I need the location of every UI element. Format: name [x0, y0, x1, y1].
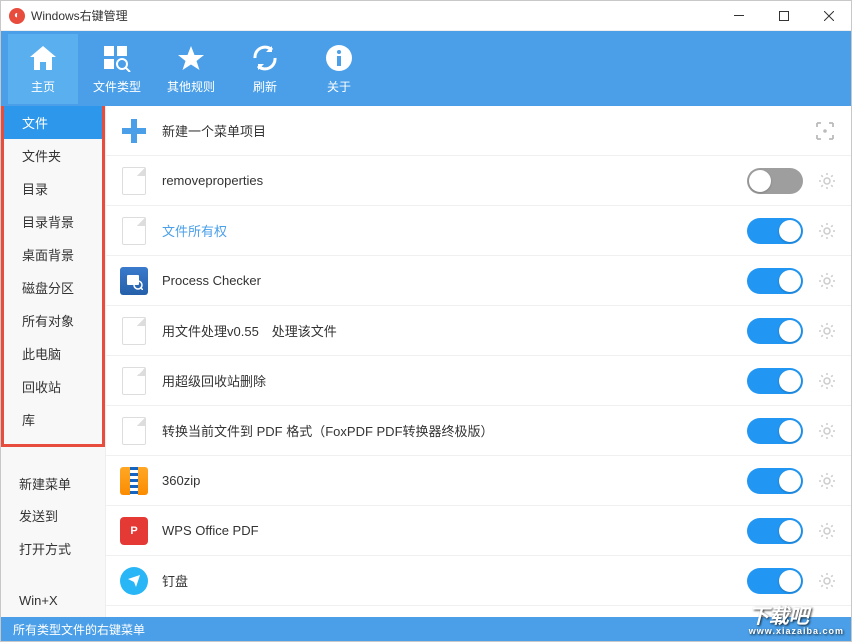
enable-toggle[interactable]	[747, 318, 803, 344]
item-icon	[120, 167, 148, 195]
toolbar-refresh[interactable]: 刷新	[230, 34, 300, 104]
settings-gear-icon[interactable]	[817, 521, 837, 541]
app-icon: ◐	[9, 8, 25, 24]
window-title: Windows右键管理	[31, 7, 716, 24]
sidebar-item-openwith[interactable]: 打开方式	[1, 532, 105, 565]
new-item-row[interactable]: 新建一个菜单项目	[106, 106, 851, 156]
item-label: 用超级回收站删除	[162, 371, 747, 390]
home-icon	[27, 42, 59, 74]
sidebar-item-recycle[interactable]: 回收站	[4, 370, 102, 403]
enable-toggle[interactable]	[747, 268, 803, 294]
item-label: 用文件处理v0.55 处理该文件	[162, 321, 747, 340]
plus-icon	[120, 117, 148, 145]
toolbar-filetype[interactable]: 文件类型	[82, 34, 152, 104]
sidebar-item-sendto[interactable]: 发送到	[1, 499, 105, 532]
item-label: 360zip	[162, 473, 747, 488]
item-icon	[120, 567, 148, 595]
sidebar-item-library[interactable]: 库	[4, 403, 102, 436]
refresh-icon	[249, 42, 281, 74]
item-icon	[120, 367, 148, 395]
settings-gear-icon[interactable]	[817, 421, 837, 441]
sidebar-item-dirbg[interactable]: 目录背景	[4, 205, 102, 238]
watermark: 下载吧 www.xiazaiba.com	[749, 607, 844, 636]
enable-toggle[interactable]	[747, 218, 803, 244]
grid-search-icon	[101, 42, 133, 74]
list-item[interactable]: 文件所有权	[106, 206, 851, 256]
maximize-button[interactable]	[761, 1, 806, 31]
window-controls	[716, 1, 851, 31]
star-icon	[175, 42, 207, 74]
item-label: 钉盘	[162, 571, 747, 590]
list-item[interactable]: removeproperties	[106, 156, 851, 206]
main-list[interactable]: 新建一个菜单项目 removeproperties 文件所有权 Process Ch…	[106, 106, 851, 617]
settings-gear-icon[interactable]	[817, 571, 837, 591]
sidebar-item-partition[interactable]: 磁盘分区	[4, 271, 102, 304]
sidebar-item-winx[interactable]: Win+X	[1, 584, 105, 617]
minimize-button[interactable]	[716, 1, 761, 31]
settings-gear-icon[interactable]	[817, 471, 837, 491]
sidebar-item-desktopbg[interactable]: 桌面背景	[4, 238, 102, 271]
sidebar-item-allobjects[interactable]: 所有对象	[4, 304, 102, 337]
item-label: removeproperties	[162, 173, 747, 188]
settings-gear-icon[interactable]	[817, 371, 837, 391]
sidebar-item-file[interactable]: 文件	[4, 106, 102, 139]
titlebar: ◐ Windows右键管理	[1, 1, 851, 31]
list-item[interactable]: Process Checker	[106, 256, 851, 306]
item-label: 转换当前文件到 PDF 格式（FoxPDF PDF转换器终极版）	[162, 421, 747, 440]
settings-gear-icon[interactable]	[817, 221, 837, 241]
sidebar-item-thispc[interactable]: 此电脑	[4, 337, 102, 370]
item-icon	[120, 217, 148, 245]
sidebar: 文件 文件夹 目录 目录背景 桌面背景 磁盘分区 所有对象 此电脑 回收站 库 …	[1, 106, 106, 617]
list-item[interactable]: 钉盘	[106, 556, 851, 606]
body: 文件 文件夹 目录 目录背景 桌面背景 磁盘分区 所有对象 此电脑 回收站 库 …	[1, 106, 851, 617]
list-item[interactable]: 用超级回收站删除	[106, 356, 851, 406]
item-icon	[120, 417, 148, 445]
toolbar-other-rules[interactable]: 其他规则	[156, 34, 226, 104]
new-item-label: 新建一个菜单项目	[162, 121, 813, 140]
status-text: 所有类型文件的右键菜单	[13, 621, 145, 638]
settings-gear-icon[interactable]	[817, 271, 837, 291]
list-item[interactable]: 360zip	[106, 456, 851, 506]
enable-toggle[interactable]	[747, 568, 803, 594]
item-icon	[120, 267, 148, 295]
sidebar-highlighted-group: 文件 文件夹 目录 目录背景 桌面背景 磁盘分区 所有对象 此电脑 回收站 库	[1, 106, 105, 447]
item-label: Process Checker	[162, 273, 747, 288]
item-icon	[120, 467, 148, 495]
sidebar-item-folder[interactable]: 文件夹	[4, 139, 102, 172]
enable-toggle[interactable]	[747, 468, 803, 494]
item-label: 文件所有权	[162, 221, 747, 240]
item-icon: P	[120, 517, 148, 545]
settings-gear-icon[interactable]	[817, 171, 837, 191]
item-icon	[120, 317, 148, 345]
toolbar-about[interactable]: 关于	[304, 34, 374, 104]
info-icon	[323, 42, 355, 74]
settings-gear-icon[interactable]	[817, 321, 837, 341]
enable-toggle[interactable]	[747, 418, 803, 444]
enable-toggle[interactable]	[747, 518, 803, 544]
list-item[interactable]: 转换当前文件到 PDF 格式（FoxPDF PDF转换器终极版）	[106, 406, 851, 456]
list-item[interactable]: P WPS Office PDF	[106, 506, 851, 556]
sidebar-item-directory[interactable]: 目录	[4, 172, 102, 205]
statusbar: 所有类型文件的右键菜单	[1, 617, 851, 641]
target-icon[interactable]	[813, 119, 837, 143]
enable-toggle[interactable]	[747, 368, 803, 394]
toolbar: 主页 文件类型 其他规则 刷新 关于	[1, 31, 851, 106]
item-label: WPS Office PDF	[162, 523, 747, 538]
sidebar-item-newmenu[interactable]: 新建菜单	[1, 467, 105, 500]
app-window: ◐ Windows右键管理 主页 文件类型	[0, 0, 852, 642]
close-button[interactable]	[806, 1, 851, 31]
enable-toggle[interactable]	[747, 168, 803, 194]
list-item[interactable]: 用文件处理v0.55 处理该文件	[106, 306, 851, 356]
toolbar-home[interactable]: 主页	[8, 34, 78, 104]
